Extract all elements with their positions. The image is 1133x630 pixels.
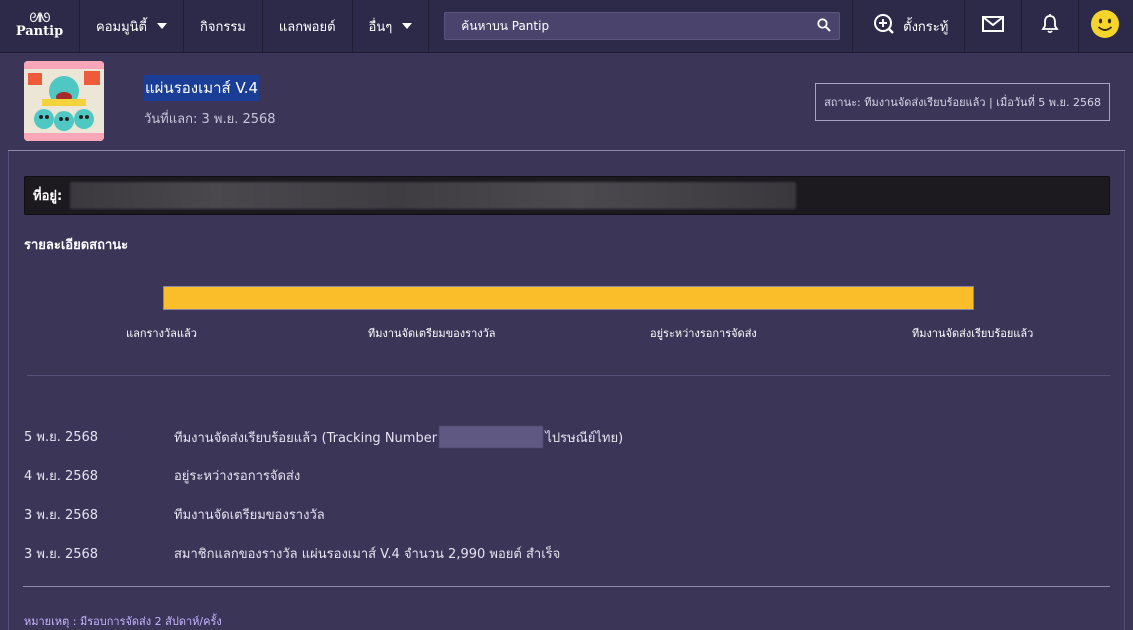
new-post-label: ตั้งกระทู้ (903, 19, 949, 35)
reward-thumbnail (24, 61, 104, 141)
notifications-button[interactable] (1022, 0, 1080, 52)
address-redacted (70, 182, 797, 209)
history-row: 5 พ.ย. 2568 ทีมงานจัดส่งเรียบร้อยแล้ว (T… (24, 426, 1024, 448)
history-date: 3 พ.ย. 2568 (24, 508, 99, 523)
top-navbar: ᘛᘚ Pantip คอมมูนิตี้ กิจกรรม แลกพอยต์ อื… (0, 0, 1133, 53)
profile-avatar-button[interactable] (1079, 0, 1130, 52)
step-redeemed: แลกรางวัลแล้ว (126, 327, 197, 340)
bell-icon (1041, 14, 1059, 38)
nav-activities-label: กิจกรรม (199, 19, 246, 35)
search-icon[interactable] (817, 17, 831, 36)
history-row: 3 พ.ย. 2568 ทีมงานจัดเตรียมของรางวัล (24, 504, 1024, 524)
address-bar: ที่อยู่: (24, 176, 1110, 215)
history-text-after: ไปรษณีย์ไทย) (545, 431, 624, 446)
tracking-number-redacted (439, 426, 544, 448)
search-input[interactable] (459, 18, 818, 34)
logo-mark-icon: ᘛᘚ (29, 11, 50, 26)
nav-more-label: อื่นๆ (368, 19, 393, 35)
history-row: 4 พ.ย. 2568 อยู่ระหว่างรอการจัดส่ง (24, 465, 1024, 485)
step-preparing: ทีมงานจัดเตรียมของรางวัล (368, 327, 496, 340)
divider (27, 375, 1110, 376)
pantip-logo[interactable]: ᘛᘚ Pantip (0, 0, 80, 52)
chevron-down-icon (402, 23, 413, 29)
history-text: ทีมงานจัดส่งเรียบร้อยแล้ว (Tracking Numb… (174, 426, 623, 448)
search-box (444, 12, 841, 40)
messages-button[interactable] (965, 0, 1023, 52)
add-post-icon (873, 13, 895, 39)
nav-redeem-points[interactable]: แลกพอยต์ (263, 0, 353, 52)
status-detail-heading: รายละเอียดสถานะ (24, 238, 129, 253)
history-date: 3 พ.ย. 2568 (24, 547, 99, 562)
nav-redeem-label: แลกพอยต์ (278, 19, 336, 35)
history-date: 5 พ.ย. 2568 (24, 430, 99, 445)
new-post-button[interactable]: ตั้งกระทู้ (853, 0, 966, 52)
reward-title: แผ่นรองเมาส์ V.4 (144, 75, 260, 101)
chevron-down-icon (156, 23, 167, 29)
history-text: สมาชิกแลกของรางวัล แผ่นรองเมาส์ V.4 จำนว… (174, 547, 561, 562)
smiley-avatar-icon (1090, 9, 1120, 43)
progress-fill (164, 287, 973, 309)
status-badge: สถานะ: ทีมงานจัดส่งเรียบร้อยแล้ว | เมื่อ… (815, 83, 1110, 121)
nav-activities[interactable]: กิจกรรม (184, 0, 263, 52)
mail-icon (982, 16, 1005, 36)
logo-text: Pantip (15, 24, 64, 39)
nav-community[interactable]: คอมมูนิตี้ (80, 0, 184, 52)
history-row: 3 พ.ย. 2568 สมาชิกแลกของรางวัล แผ่นรองเม… (24, 543, 1024, 563)
content-left-border (8, 151, 9, 630)
content-right-border (1124, 151, 1125, 630)
nav-more[interactable]: อื่นๆ (353, 0, 430, 52)
step-shipped: ทีมงานจัดส่งเรียบร้อยแล้ว (912, 327, 1034, 340)
history-text: ทีมงานจัดเตรียมของรางวัล (174, 508, 325, 523)
search-area (429, 0, 854, 52)
history-date: 4 พ.ย. 2568 (24, 469, 99, 484)
history-text-before: ทีมงานจัดส่งเรียบร้อยแล้ว (Tracking Numb… (174, 431, 438, 446)
history-text: อยู่ระหว่างรอการจัดส่ง (174, 469, 301, 484)
nav-community-label: คอมมูนิตี้ (96, 19, 147, 35)
address-label: ที่อยู่: (33, 189, 63, 204)
delivery-progress-bar (163, 286, 974, 310)
redeem-date: วันที่แลก: 3 พ.ย. 2568 (144, 112, 276, 127)
divider (23, 586, 1110, 587)
reward-header: แผ่นรองเมาส์ V.4 วันที่แลก: 3 พ.ย. 2568 … (8, 53, 1125, 151)
step-awaiting-shipment: อยู่ระหว่างรอการจัดส่ง (650, 327, 757, 340)
shipping-note: หมายเหตุ : มีรอบการจัดส่ง 2 สัปดาห์/ครั้… (24, 615, 222, 628)
